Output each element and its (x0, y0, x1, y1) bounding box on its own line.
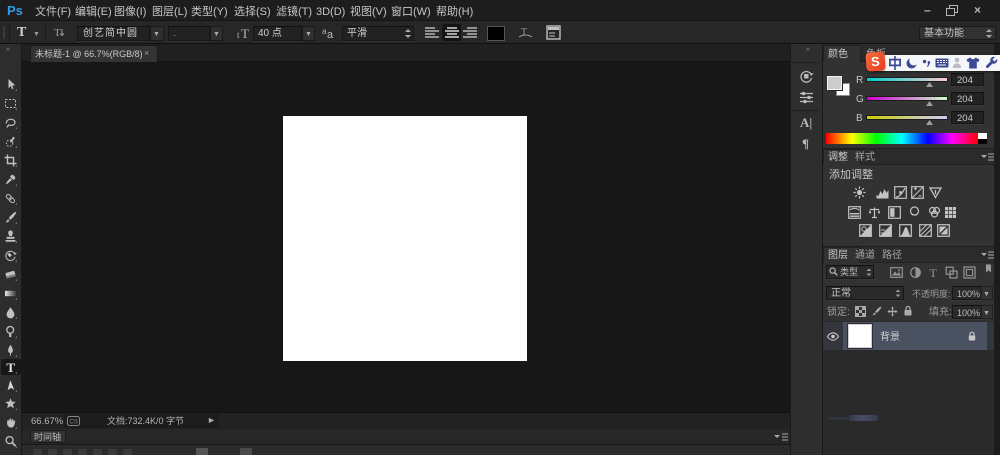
svg-text:t: t (237, 30, 240, 40)
svg-text:T: T (521, 27, 527, 38)
svg-text:T: T (54, 27, 61, 39)
svg-text:T: T (6, 360, 15, 375)
svg-text:CS: CS (70, 420, 78, 426)
svg-text:a: a (327, 29, 334, 41)
svg-text:T: T (930, 266, 938, 280)
svg-text:T: T (241, 26, 249, 41)
